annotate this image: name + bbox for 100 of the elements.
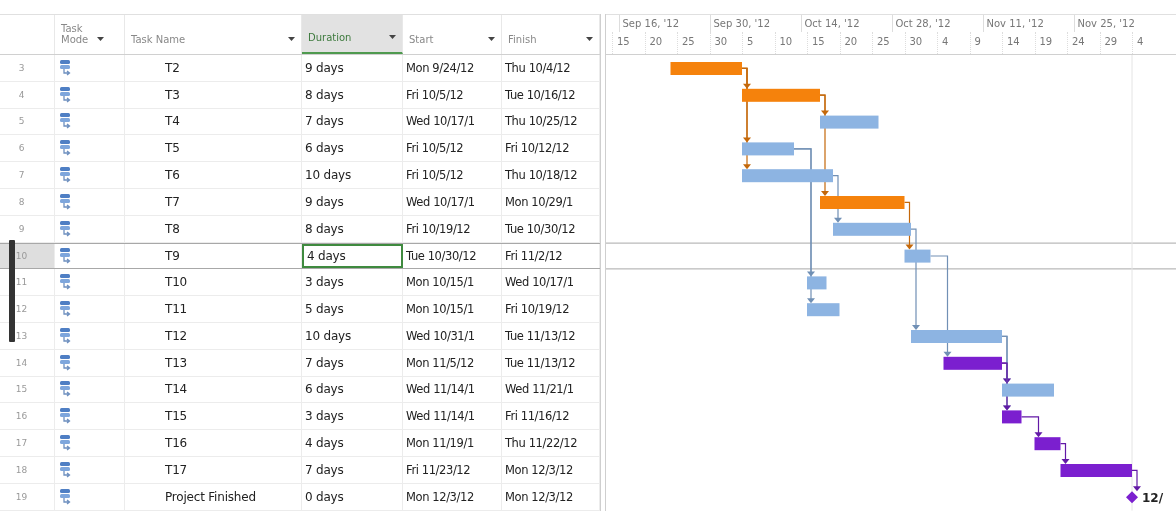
timescale-label: 4 (937, 32, 970, 54)
bars-arrow-icon (59, 380, 73, 399)
row-number[interactable]: 15 (0, 376, 55, 403)
task-name: T15 (165, 409, 187, 424)
column-header[interactable]: Task Mode (55, 15, 125, 54)
duration-cell: 10 days (305, 168, 351, 183)
row-number[interactable]: 4 (0, 81, 55, 108)
bars-arrow-icon (59, 300, 73, 319)
duration-cell: 8 days (305, 221, 344, 236)
duration-cell: 10 days (305, 328, 351, 343)
duration-cell: 9 days (305, 194, 344, 209)
finish-date: Thu 10/4/12 (505, 60, 571, 75)
timescale-label: 4 (1132, 32, 1165, 54)
milestone-diamond[interactable] (1126, 491, 1138, 504)
task-name: T4 (165, 114, 180, 129)
task-name: T9 (165, 248, 180, 263)
bars-arrow-icon (59, 192, 73, 211)
row-number[interactable]: 6 (0, 135, 55, 162)
start-date: Mon 10/15/1 (406, 275, 474, 290)
finish-date: Mon 12/3/12 (505, 462, 573, 477)
caret-icon[interactable] (586, 37, 593, 41)
row-number[interactable]: 17 (0, 430, 55, 456)
finish-date: Mon 10/29/1 (505, 194, 573, 209)
finish-date: Wed 10/17/1 (505, 275, 574, 290)
duration-cell: 6 days (305, 382, 344, 397)
timescale-label: Nov 11, '12 (982, 15, 1074, 32)
dependency-arrow (1131, 469, 1141, 492)
duration-cell: 3 days (305, 409, 344, 424)
finish-date: Wed 11/21/1 (505, 382, 574, 397)
row-number[interactable]: 14 (0, 349, 55, 376)
bars-arrow-icon (59, 246, 73, 265)
task-name: T8 (165, 221, 180, 236)
column-header[interactable]: Start (403, 15, 502, 54)
task-bar[interactable] (943, 356, 1002, 370)
row-number[interactable]: 16 (0, 403, 55, 430)
bars-arrow-icon (59, 460, 73, 479)
task-name: T6 (165, 168, 180, 183)
duration-cell: 3 days (305, 275, 344, 290)
timescale-label: Oct 28, '12 (891, 15, 983, 32)
timescale-label: 9 (969, 32, 1002, 54)
row-number[interactable]: 7 (0, 162, 55, 188)
task-name: T2 (165, 60, 180, 75)
timescale-label: Nov 25, '12 (1073, 15, 1165, 32)
timescale-label: 15 (612, 32, 645, 54)
finish-date: Fri 11/2/12 (505, 248, 563, 263)
start-date: Fri 10/5/12 (406, 141, 464, 156)
finish-date: Fri 10/12/12 (505, 141, 570, 156)
start-date: Fri 10/19/12 (406, 221, 471, 236)
task-name: T12 (165, 328, 187, 343)
row-number[interactable]: 8 (0, 189, 55, 215)
start-date: Wed 11/14/1 (406, 409, 475, 424)
row-number[interactable]: 3 (0, 55, 55, 81)
side-handle[interactable] (9, 240, 15, 342)
row-number[interactable]: 18 (0, 456, 55, 483)
timescale-label: 25 (677, 32, 710, 54)
bars-arrow-icon (59, 219, 73, 238)
finish-date: Tue 11/13/12 (505, 328, 576, 343)
timescale-label: 5 (742, 32, 775, 54)
caret-icon[interactable] (288, 37, 295, 41)
finish-date: Tue 10/30/12 (505, 221, 576, 236)
finish-date: Fri 10/19/12 (505, 302, 570, 317)
bars-arrow-icon (59, 58, 73, 77)
caret-icon[interactable] (389, 35, 396, 39)
task-name: T11 (165, 302, 187, 317)
timescale-label: 15 (807, 32, 840, 54)
caret-icon[interactable] (97, 37, 104, 41)
dependency-arrow (1059, 443, 1070, 464)
column-header[interactable]: Duration (302, 15, 403, 54)
row-number[interactable]: 19 (0, 483, 55, 510)
bars-arrow-icon (59, 353, 73, 372)
timescale-label: 24 (1067, 32, 1100, 54)
finish-date: Thu 10/18/12 (505, 168, 578, 183)
duration-cell: 4 days (307, 248, 346, 263)
timescale-label: 29 (1099, 32, 1132, 54)
milestone-date: 12/ (1142, 491, 1164, 506)
bars-arrow-icon (59, 487, 73, 506)
duration-cell: 7 days (305, 114, 344, 129)
timescale-label: 14 (1002, 32, 1035, 54)
caret-icon[interactable] (488, 37, 495, 41)
duration-cell: 6 days (305, 141, 344, 156)
dependency-arrow (1020, 416, 1043, 438)
timescale-label: 20 (839, 32, 872, 54)
bars-arrow-icon (59, 273, 73, 292)
bars-arrow-icon (59, 139, 73, 158)
bars-arrow-icon (59, 166, 73, 185)
start-date: Mon 11/19/1 (406, 436, 474, 451)
start-date: Fri 10/5/12 (406, 168, 464, 183)
task-name: T7 (165, 194, 180, 209)
start-date: Mon 11/5/12 (406, 355, 474, 370)
duration-cell: 0 days (305, 489, 344, 504)
column-header[interactable]: Finish (502, 15, 600, 54)
task-name: T5 (165, 141, 180, 156)
task-name: T14 (165, 382, 187, 397)
finish-date: Tue 10/16/12 (505, 87, 576, 102)
bars-arrow-icon (59, 85, 73, 104)
finish-date: Thu 10/25/12 (505, 114, 578, 129)
finish-date: Mon 12/3/12 (505, 489, 573, 504)
row-number[interactable]: 5 (0, 108, 55, 135)
task-name: T3 (165, 87, 180, 102)
timescale-label: Sep 30, '12 (709, 15, 801, 32)
